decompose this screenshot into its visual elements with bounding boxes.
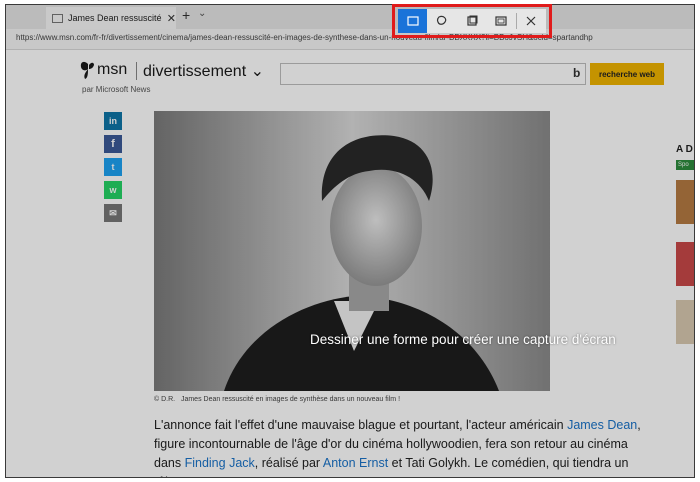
fullscreen-icon bbox=[495, 16, 507, 26]
share-linkedin-button[interactable]: in bbox=[104, 112, 122, 130]
share-email-button[interactable]: ✉ bbox=[104, 204, 122, 222]
share-facebook-button[interactable]: f bbox=[104, 135, 122, 153]
chevron-down-icon: ⌄ bbox=[250, 63, 265, 80]
rail-thumbnail[interactable] bbox=[676, 242, 694, 286]
caption-text: James Dean ressuscité en images de synth… bbox=[180, 396, 401, 403]
article-body: L'annonce fait l'effet d'une mauvaise bl… bbox=[154, 416, 644, 477]
article-text: L'annonce fait l'effet d'une mauvaise bl… bbox=[154, 418, 568, 432]
close-icon bbox=[526, 16, 536, 26]
rail-thumbnail[interactable] bbox=[676, 300, 694, 344]
bing-icon: b bbox=[573, 66, 581, 80]
section-menu[interactable]: divertissement ⌄ bbox=[143, 61, 264, 81]
freeform-snip-button[interactable] bbox=[427, 9, 456, 33]
screen-frame: James Dean ressuscité en images de synth… bbox=[5, 4, 695, 478]
link-anton-ernst[interactable]: Anton Ernst bbox=[323, 456, 388, 470]
window-snip-button[interactable] bbox=[457, 9, 486, 33]
share-whatsapp-button[interactable]: w bbox=[104, 181, 122, 199]
address-bar[interactable]: https://www.msn.com/fr-fr/divertissement… bbox=[6, 29, 694, 50]
right-rail-heading: A D bbox=[676, 144, 693, 155]
hero-photo bbox=[154, 111, 550, 391]
article-paragraph: L'annonce fait l'effet d'une mauvaise bl… bbox=[154, 416, 644, 477]
tab-title: James Dean ressuscité en images de synth… bbox=[68, 13, 163, 23]
search-input[interactable] bbox=[280, 63, 586, 85]
portrait-illustration bbox=[154, 111, 550, 391]
msn-wordmark: msn bbox=[97, 61, 128, 78]
rectangle-icon bbox=[407, 16, 419, 26]
link-finding-jack[interactable]: Finding Jack bbox=[185, 456, 255, 470]
caption-credit: © D.R. bbox=[154, 396, 176, 403]
header-divider bbox=[136, 62, 137, 80]
freeform-icon bbox=[437, 15, 447, 25]
rail-thumbnail[interactable] bbox=[676, 180, 694, 224]
tab-bar: James Dean ressuscité en images de synth… bbox=[6, 5, 694, 29]
rectangle-snip-button[interactable] bbox=[398, 9, 428, 33]
url-text[interactable]: https://www.msn.com/fr-fr/divertissement… bbox=[16, 33, 682, 42]
web-search-button[interactable]: recherche web bbox=[590, 63, 664, 85]
web-page: msn par Microsoft News divertissement ⌄ … bbox=[6, 50, 694, 477]
article-text: , réalisé par bbox=[254, 456, 323, 470]
link-james-dean[interactable]: James Dean bbox=[567, 418, 637, 432]
browser-tab[interactable]: James Dean ressuscité en images de synth… bbox=[46, 7, 176, 29]
share-twitter-button[interactable]: t bbox=[104, 158, 122, 176]
close-tab-icon[interactable]: ✕ bbox=[167, 12, 176, 25]
close-snip-button[interactable] bbox=[517, 9, 546, 33]
sponsored-badge: Spo bbox=[676, 160, 694, 170]
new-tab-button[interactable]: + bbox=[182, 7, 190, 23]
tab-list-chevron-icon[interactable]: ⌄ bbox=[198, 8, 206, 19]
snip-toolbar bbox=[398, 9, 546, 33]
window-icon bbox=[466, 15, 478, 26]
by-microsoft-news: par Microsoft News bbox=[82, 85, 151, 94]
photo-caption: © D.R. James Dean ressuscité en images d… bbox=[154, 396, 400, 403]
butterfly-icon bbox=[80, 61, 94, 79]
page-icon bbox=[52, 13, 63, 23]
fullscreen-snip-button[interactable] bbox=[486, 9, 515, 33]
section-label: divertissement bbox=[143, 63, 247, 80]
snip-instruction: Dessiner une forme pour créer une captur… bbox=[310, 332, 616, 347]
